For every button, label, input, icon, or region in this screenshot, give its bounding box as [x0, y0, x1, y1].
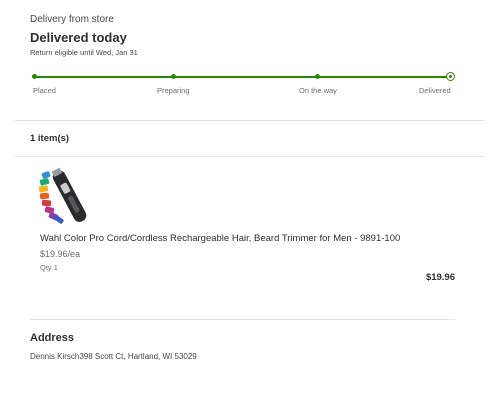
step-dot-placed — [32, 74, 37, 79]
address-heading: Address — [30, 332, 75, 344]
unit-price: $19.96/ea — [40, 249, 81, 259]
item-count: 1 item(s) — [30, 133, 70, 144]
item-quantity: Qty 1 — [40, 263, 58, 272]
fulfillment-type: Delivery from store — [30, 14, 114, 25]
section-divider — [15, 120, 485, 121]
progress-line — [34, 76, 450, 78]
product-name-link[interactable]: Wahl Color Pro Cord/Cordless Rechargeabl… — [40, 233, 400, 244]
step-label-on-the-way: On the way — [299, 86, 337, 95]
section-divider — [30, 319, 455, 320]
step-label-delivered: Delivered — [419, 86, 451, 95]
step-dot-on-the-way — [315, 74, 320, 79]
item-total-price: $19.96 — [425, 272, 455, 283]
step-label-preparing: Preparing — [157, 86, 190, 95]
delivery-address: Dennis Kirsch398 Scott Ct, Hartland, WI … — [30, 352, 197, 361]
hair-trimmer-product-image[interactable] — [36, 162, 88, 228]
step-dot-preparing — [171, 74, 176, 79]
return-eligibility-note: Return eligible until Wed, Jan 31 — [30, 48, 138, 57]
delivery-progress-tracker — [32, 72, 455, 81]
step-dot-delivered-current — [446, 72, 455, 81]
step-label-placed: Placed — [33, 86, 56, 95]
delivery-status-title: Delivered today — [30, 30, 127, 45]
section-divider — [15, 156, 485, 157]
